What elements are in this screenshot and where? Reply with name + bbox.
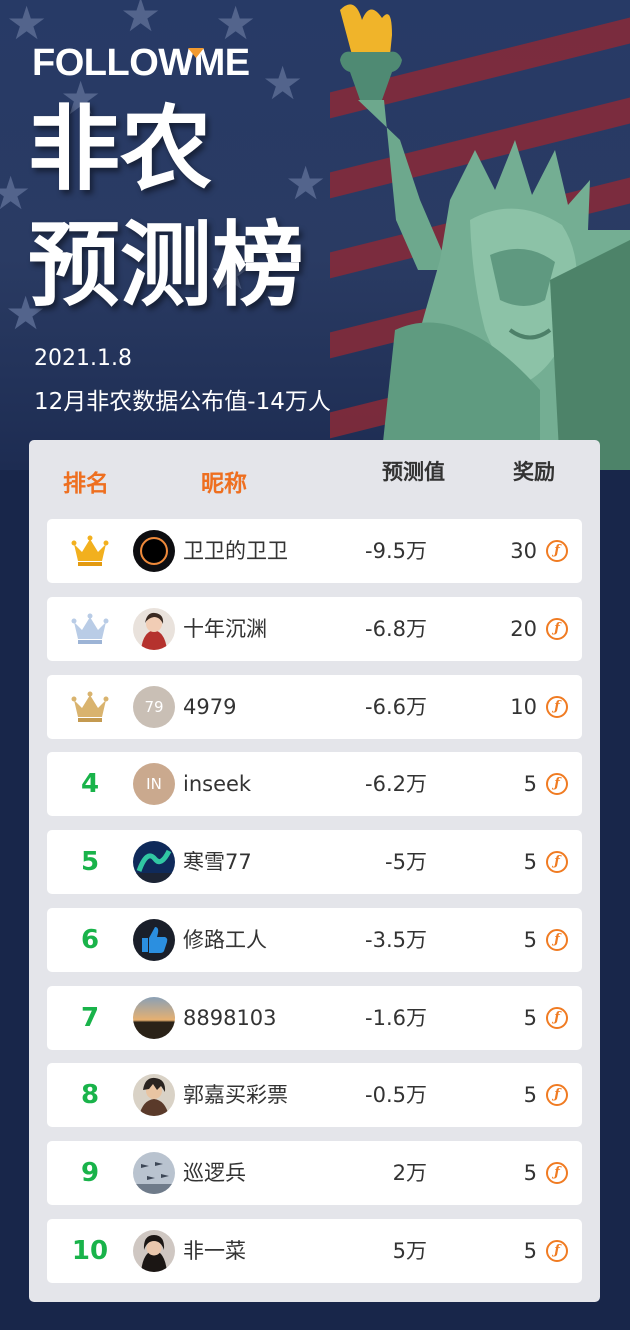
reward-value: 20	[510, 617, 537, 641]
hero-banner: ★ ★ ★ ★ ★ ★ ★ ★ ★ FOLLOWME 非农 预测榜 2021.1…	[0, 0, 630, 470]
table-row[interactable]: 5 寒雪77 -5万 5 ƒ	[47, 830, 582, 894]
anime-character-avatar[interactable]	[133, 1074, 175, 1116]
rank-number: 5	[80, 847, 100, 877]
portrait-avatar[interactable]	[133, 1230, 175, 1272]
eclipse-avatar[interactable]	[133, 530, 175, 572]
coin-icon: ƒ	[546, 1240, 568, 1262]
prediction-value: -6.6万	[365, 695, 427, 719]
title-line-1: 非农	[28, 96, 213, 203]
nickname[interactable]: 巡逻兵	[183, 1141, 246, 1205]
rank-number: 6	[80, 925, 100, 955]
bronze-crown-icon	[71, 691, 109, 722]
prediction-value: -1.6万	[365, 1006, 427, 1030]
reward-value: 5	[523, 850, 537, 874]
nickname[interactable]: 非一菜	[183, 1219, 246, 1283]
reward-value: 5	[523, 772, 537, 796]
prediction-value: -9.5万	[365, 539, 427, 563]
nickname[interactable]: inseek	[183, 752, 251, 816]
reward-value: 5	[523, 1161, 537, 1185]
coin-icon: ƒ	[546, 851, 568, 873]
title-line-2: 预测榜	[28, 212, 305, 319]
rank-number: 4	[80, 769, 100, 799]
reward-value: 30	[510, 539, 537, 563]
nickname[interactable]: 郭嘉买彩票	[183, 1063, 288, 1127]
coin-icon: ƒ	[546, 929, 568, 951]
logo-triangle-icon	[188, 48, 204, 58]
aurora-avatar[interactable]	[133, 841, 175, 883]
prediction-value: -6.8万	[365, 617, 427, 641]
table-header: 排名 昵称 预测值 奖励	[29, 440, 600, 520]
table-row[interactable]: 4 IN inseek -6.2万 5 ƒ	[47, 752, 582, 816]
table-row[interactable]: 9 巡逻兵 2万 5 ƒ	[47, 1141, 582, 1205]
coin-icon: ƒ	[546, 773, 568, 795]
rank-number: 9	[80, 1158, 100, 1188]
person-photo-avatar[interactable]	[133, 608, 175, 650]
reward-value: 5	[523, 1006, 537, 1030]
header-reward: 奖励	[513, 460, 555, 484]
star-icon: ★	[120, 0, 162, 42]
prediction-value: -0.5万	[365, 1083, 427, 1107]
star-icon: ★	[0, 166, 32, 220]
coin-icon: ƒ	[546, 540, 568, 562]
silver-crown-icon	[71, 613, 109, 644]
coin-icon: ƒ	[546, 618, 568, 640]
nickname[interactable]: 卫卫的卫卫	[183, 519, 288, 583]
coin-icon: ƒ	[546, 1162, 568, 1184]
rank-number: 10	[71, 1236, 109, 1266]
text-avatar[interactable]: IN	[133, 763, 175, 805]
nickname[interactable]: 8898103	[183, 986, 277, 1050]
reward-value: 5	[523, 1083, 537, 1107]
table-row[interactable]: 10 非一菜 5万 5 ƒ	[47, 1219, 582, 1283]
nickname[interactable]: 寒雪77	[183, 830, 252, 894]
prediction-value: -3.5万	[365, 928, 427, 952]
star-icon: ★	[6, 0, 48, 50]
table-row[interactable]: 7 8898103 -1.6万 5 ƒ	[47, 986, 582, 1050]
sunset-avatar[interactable]	[133, 997, 175, 1039]
reward-value: 10	[510, 695, 537, 719]
reward-value: 5	[523, 1239, 537, 1263]
page-title: 非农 预测榜	[28, 92, 304, 324]
coin-icon: ƒ	[546, 1007, 568, 1029]
table-row[interactable]: 卫卫的卫卫 -9.5万 30 ƒ	[47, 519, 582, 583]
followme-logo: FOLLOWME	[32, 42, 250, 84]
prediction-value: -5万	[385, 850, 427, 874]
prediction-value: 5万	[392, 1239, 427, 1263]
header-rank: 排名	[63, 471, 109, 497]
thumbs-up-avatar[interactable]	[133, 919, 175, 961]
nickname[interactable]: 修路工人	[183, 908, 267, 972]
gold-crown-icon	[71, 535, 109, 566]
rank-number: 7	[80, 1003, 100, 1033]
release-date: 2021.1.8	[34, 346, 132, 371]
table-row[interactable]: 6 修路工人 -3.5万 5 ƒ	[47, 908, 582, 972]
statue-of-liberty-image	[340, 4, 630, 470]
prediction-value: -6.2万	[365, 772, 427, 796]
leaderboard-panel: 排名 昵称 预测值 奖励 卫卫的卫卫 -9.5万 30 ƒ 十年沉渊 -6.8万…	[29, 440, 600, 1302]
table-row[interactable]: 8 郭嘉买彩票 -0.5万 5 ƒ	[47, 1063, 582, 1127]
star-icon: ★	[215, 0, 257, 50]
table-row[interactable]: 79 4979 -6.6万 10 ƒ	[47, 675, 582, 739]
header-nickname: 昵称	[201, 471, 247, 497]
header-prediction: 预测值	[382, 460, 445, 484]
prediction-value: 2万	[392, 1161, 427, 1185]
table-row[interactable]: 十年沉渊 -6.8万 20 ƒ	[47, 597, 582, 661]
reward-value: 5	[523, 928, 537, 952]
rank-number: 8	[80, 1080, 100, 1110]
nickname[interactable]: 十年沉渊	[183, 597, 267, 661]
actual-value-subtitle: 12月非农数据公布值-14万人	[34, 389, 331, 415]
text-avatar[interactable]: 79	[133, 686, 175, 728]
coin-icon: ƒ	[546, 1084, 568, 1106]
coin-icon: ƒ	[546, 696, 568, 718]
nickname[interactable]: 4979	[183, 675, 236, 739]
jets-avatar[interactable]	[133, 1152, 175, 1194]
